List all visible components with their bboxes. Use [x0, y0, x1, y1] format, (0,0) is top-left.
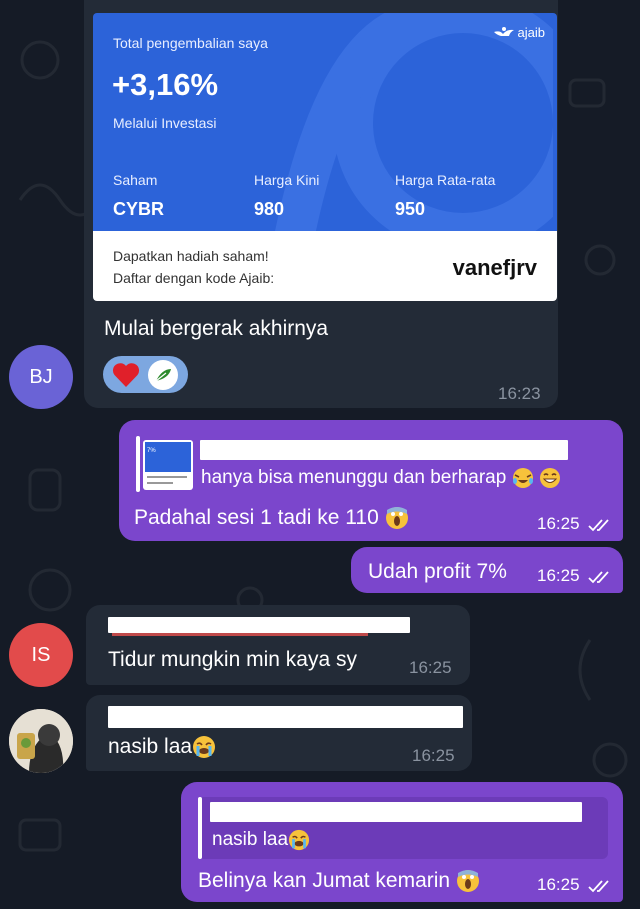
double-check-read-icon	[588, 570, 609, 583]
promo-code: vanefjrv	[452, 255, 537, 280]
message-time: 16:25	[537, 514, 612, 534]
reply-quote-text: hanya bisa menunggu dan berharap	[201, 467, 561, 489]
reply-quote-bar	[198, 797, 202, 859]
stock-value: CYBR	[113, 199, 165, 219]
redacted-sender-name	[108, 617, 410, 633]
message-text-content: nasib laa	[108, 735, 193, 758]
reply-thumbnail: 7%	[143, 440, 193, 490]
avatar-is[interactable]: IS	[9, 623, 73, 687]
card-title: Total pengembalian saya	[113, 35, 268, 51]
avatar-photo[interactable]	[9, 709, 73, 773]
message-text: Udah profit 7%	[368, 560, 507, 583]
brand-name: ajaib	[517, 25, 545, 40]
double-check-read-icon	[588, 879, 609, 892]
reactions[interactable]	[103, 356, 188, 393]
redacted-sender-name	[108, 706, 463, 728]
reply-quote-text: nasib laa	[212, 829, 310, 851]
redacted-quoted-sender	[210, 802, 582, 822]
avatar-initials: IS	[31, 643, 51, 666]
avatar-initials: BJ	[29, 365, 53, 388]
avg-price-label: Harga Rata-rata	[395, 172, 496, 188]
redacted-sender-name-edge	[112, 633, 368, 636]
screaming-face-emoji-icon	[456, 870, 479, 893]
redacted-quoted-sender	[200, 440, 568, 460]
quote-text: nasib laa	[212, 829, 289, 851]
message-text: Belinya kan Jumat kemarin	[198, 869, 480, 893]
avg-price-value: 950	[395, 199, 426, 219]
time-text: 16:25	[537, 566, 580, 585]
time-text: 16:25	[537, 514, 580, 533]
double-check-read-icon	[588, 518, 609, 531]
message-time: 16:25	[409, 658, 452, 677]
time-text: 16:25	[537, 875, 580, 894]
message-text-content: Belinya kan Jumat kemarin	[198, 869, 451, 892]
quote-text: hanya bisa menunggu dan berharap	[201, 467, 507, 489]
crying-face-emoji-icon	[193, 736, 216, 759]
message-time: 16:25	[412, 746, 455, 765]
return-percentage: +3,16%	[112, 67, 219, 102]
profile-photo	[9, 709, 73, 773]
current-price-label: Harga Kini	[254, 172, 320, 188]
leaf-logo-icon	[155, 368, 171, 381]
current-price-value: 980	[254, 199, 285, 219]
ajaib-logo: ajaib	[493, 25, 545, 40]
lamp-icon	[493, 26, 514, 36]
promo-line-2: Daftar dengan kode Ajaib:	[113, 270, 275, 286]
stock-label: Saham	[113, 172, 158, 188]
message-time: 16:23	[498, 384, 541, 403]
message-text-content: Padahal sesi 1 tadi ke 110	[134, 506, 379, 529]
card-subtitle: Melalui Investasi	[113, 115, 217, 131]
message-time: 16:25	[537, 875, 612, 895]
promo-line-1: Dapatkan hadiah saham!	[113, 248, 269, 264]
heart-reaction-icon[interactable]	[112, 362, 140, 388]
message-time: 16:25	[537, 566, 612, 586]
message-text: Padahal sesi 1 tadi ke 110	[134, 506, 409, 530]
reply-quote-bar	[136, 436, 140, 492]
promo-section: Dapatkan hadiah saham! Daftar dengan kod…	[93, 231, 557, 301]
crying-face-emoji-icon	[288, 829, 310, 851]
avatar-bj[interactable]: BJ	[9, 345, 73, 409]
message-text: Tidur mungkin min kaya sy	[108, 648, 357, 671]
message-text: Mulai bergerak akhirnya	[104, 317, 329, 340]
screaming-face-emoji-icon	[385, 507, 408, 530]
investment-card[interactable]: Total pengembalian saya ajaib +3,16% Mel…	[93, 13, 557, 231]
message-text: nasib laa	[108, 735, 216, 759]
reactor-avatar[interactable]	[148, 359, 178, 390]
thumbnail-text: 7%	[147, 448, 156, 454]
crying-laughing-emoji-icon	[512, 468, 533, 488]
grinning-sweat-emoji-icon	[539, 468, 560, 488]
